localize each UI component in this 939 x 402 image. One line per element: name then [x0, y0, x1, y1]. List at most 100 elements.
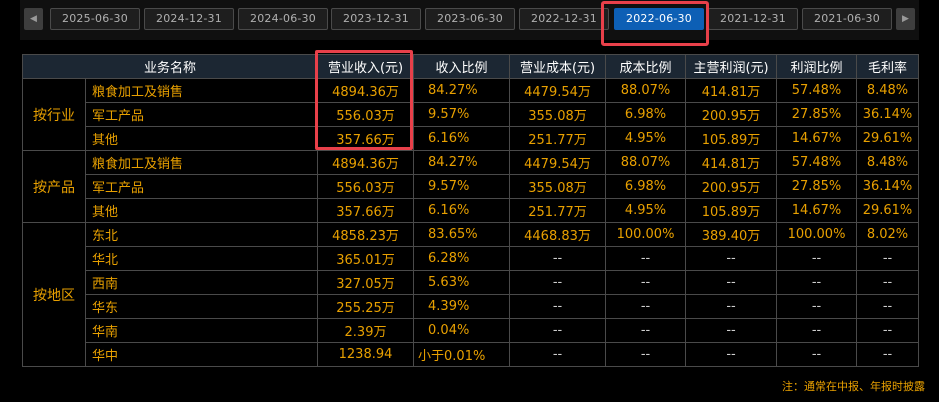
cost-cell: 251.77万 [509, 126, 607, 151]
cost-cell: 355.08万 [509, 174, 607, 199]
header-business-name: 业务名称 [21, 54, 319, 79]
gross-margin-cell: 8.48% [856, 78, 920, 103]
business-name-cell: 军工产品 [84, 174, 319, 199]
profit-ratio-cell: -- [776, 318, 858, 343]
cost-ratio-cell: -- [605, 270, 687, 295]
cost-cell: 4479.54万 [509, 150, 607, 175]
revenue-ratio-cell: 0.04% [413, 318, 511, 343]
cost-ratio-cell: 6.98% [605, 102, 687, 127]
cost-cell: -- [509, 342, 607, 367]
revenue-ratio-cell: 6.16% [413, 126, 511, 151]
profit-cell: 414.81万 [685, 150, 778, 175]
table-header-row: 业务名称 营业收入(元) 收入比例 营业成本(元) 成本比例 主营利润(元) 利… [21, 54, 920, 79]
business-name-cell: 华中 [84, 342, 319, 367]
revenue-cell: 556.03万 [317, 102, 415, 127]
group-label-region: 按地区 [22, 222, 86, 367]
tab-2022-06-30[interactable]: 2022-06-30 [614, 8, 704, 30]
profit-cell: 105.89万 [685, 126, 778, 151]
business-name-cell: 其他 [84, 126, 319, 151]
revenue-cell: 365.01万 [317, 246, 415, 271]
cost-cell: 251.77万 [509, 198, 607, 223]
tab-2021-12-31[interactable]: 2021-12-31 [708, 8, 798, 30]
profit-ratio-cell: -- [776, 246, 858, 271]
business-name-cell: 东北 [84, 222, 319, 247]
revenue-ratio-cell: 9.57% [413, 174, 511, 199]
cost-cell: 355.08万 [509, 102, 607, 127]
profit-ratio-cell: 57.48% [776, 78, 858, 103]
business-name-cell: 其他 [84, 198, 319, 223]
profit-cell: -- [685, 342, 778, 367]
profit-cell: -- [685, 270, 778, 295]
table-row: 按行业 粮食加工及销售 4894.36万 84.27% 4479.54万 88.… [22, 78, 920, 151]
cost-cell: -- [509, 294, 607, 319]
gross-margin-cell: 36.14% [856, 102, 920, 127]
header-cost-ratio: 成本比例 [605, 54, 687, 79]
business-name-cell: 粮食加工及销售 [84, 150, 319, 175]
tab-2021-06-30[interactable]: 2021-06-30 [802, 8, 892, 30]
header-revenue: 营业收入(元) [317, 54, 415, 79]
table-row: 其他 357.66万 6.16% 251.77万 4.95% 105.89万 1… [23, 198, 920, 223]
table-row: 军工产品 556.03万 9.57% 355.08万 6.98% 200.95万… [23, 174, 920, 199]
tab-2025-06-30[interactable]: 2025-06-30 [50, 8, 140, 30]
gross-margin-cell: -- [856, 318, 920, 343]
cost-ratio-cell: -- [605, 342, 687, 367]
revenue-ratio-cell: 9.57% [413, 102, 511, 127]
gross-margin-cell: 29.61% [856, 198, 920, 223]
header-profit-ratio: 利润比例 [776, 54, 858, 79]
revenue-ratio-cell: 4.39% [413, 294, 511, 319]
gross-margin-cell: -- [856, 246, 920, 271]
revenue-cell: 1238.94 [317, 342, 415, 367]
profit-cell: 200.95万 [685, 102, 778, 127]
disclosure-footnote: 注：通常在中报、年报时披露 [782, 380, 925, 393]
cost-cell: -- [509, 270, 607, 295]
revenue-cell: 4894.36万 [317, 78, 415, 103]
profit-ratio-cell: -- [776, 270, 858, 295]
revenue-ratio-cell: 84.27% [413, 78, 511, 103]
profit-cell: -- [685, 246, 778, 271]
cost-cell: 4468.83万 [509, 222, 607, 247]
cost-ratio-cell: 4.95% [605, 126, 687, 151]
revenue-ratio-cell: 84.27% [413, 150, 511, 175]
revenue-ratio-cell: 5.63% [413, 270, 511, 295]
gross-margin-cell: 8.48% [856, 150, 920, 175]
table-row: 华北 365.01万 6.28% -- -- -- -- -- [23, 246, 920, 271]
header-gross-margin: 毛利率 [856, 54, 920, 79]
revenue-cell: 4858.23万 [317, 222, 415, 247]
business-name-cell: 粮食加工及销售 [84, 78, 319, 103]
gross-margin-cell: -- [856, 270, 920, 295]
group-label-industry: 按行业 [22, 78, 86, 151]
cost-cell: 4479.54万 [509, 78, 607, 103]
profit-cell: -- [685, 318, 778, 343]
tab-2024-06-30[interactable]: 2024-06-30 [238, 8, 328, 30]
profit-ratio-cell: 100.00% [776, 222, 858, 247]
revenue-ratio-cell: 83.65% [413, 222, 511, 247]
business-name-cell: 华东 [84, 294, 319, 319]
tab-2024-12-31[interactable]: 2024-12-31 [144, 8, 234, 30]
prev-arrow-icon[interactable]: ◀ [24, 8, 43, 30]
gross-margin-cell: 29.61% [856, 126, 920, 151]
cost-ratio-cell: 4.95% [605, 198, 687, 223]
tab-2022-12-31[interactable]: 2022-12-31 [519, 8, 609, 30]
gross-margin-cell: -- [856, 342, 920, 367]
revenue-cell: 2.39万 [317, 318, 415, 343]
tab-2023-12-31[interactable]: 2023-12-31 [331, 8, 421, 30]
revenue-cell: 327.05万 [317, 270, 415, 295]
business-name-cell: 华北 [84, 246, 319, 271]
cost-cell: -- [509, 318, 607, 343]
cost-ratio-cell: 6.98% [605, 174, 687, 199]
profit-ratio-cell: -- [776, 294, 858, 319]
cost-ratio-cell: 88.07% [605, 78, 687, 103]
next-arrow-icon[interactable]: ▶ [896, 8, 915, 30]
header-profit: 主营利润(元) [685, 54, 778, 79]
tab-2023-06-30[interactable]: 2023-06-30 [425, 8, 515, 30]
revenue-cell: 4894.36万 [317, 150, 415, 175]
table-row: 西南 327.05万 5.63% -- -- -- -- -- [23, 270, 920, 295]
period-tab-bar: ◀ 2025-06-30 2024-12-31 2024-06-30 2023-… [20, 0, 919, 40]
header-revenue-ratio: 收入比例 [413, 54, 511, 79]
cost-ratio-cell: 88.07% [605, 150, 687, 175]
table-row: 按地区 东北 4858.23万 83.65% 4468.83万 100.00% … [22, 222, 920, 367]
revenue-cell: 255.25万 [317, 294, 415, 319]
revenue-cell: 357.66万 [317, 198, 415, 223]
gross-margin-cell: -- [856, 294, 920, 319]
header-cost: 营业成本(元) [509, 54, 607, 79]
